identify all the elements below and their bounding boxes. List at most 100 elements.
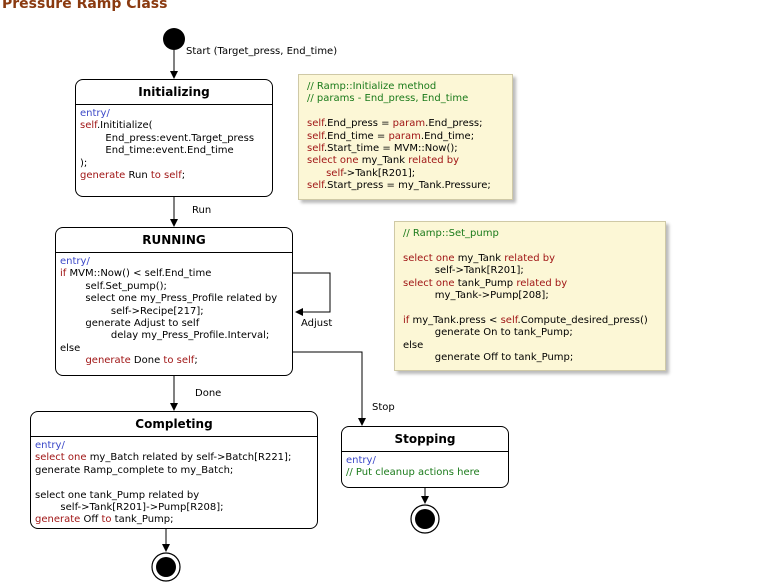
initial-state-node (163, 28, 185, 50)
code-token: .End_press = (323, 118, 393, 130)
code-line: select one my_Batch related by self->Bat… (35, 452, 313, 464)
code-line: select one my_Press_Profile related by (60, 293, 288, 305)
code-line: delay my_Press_Profile.Interval; (60, 330, 288, 342)
code-line: // Ramp::Initialize method (307, 81, 504, 93)
code-line: self.Inititialize( (80, 120, 268, 132)
code-line: ); (80, 158, 268, 170)
code-line: self->Tank[R201]; (403, 265, 657, 277)
code-token: select one (403, 277, 458, 289)
code-token: .End_time; (420, 130, 475, 142)
code-line: if MVM::Now() < self.End_time (60, 268, 288, 280)
code-token: .Start_time = MVM::Now(); (323, 143, 458, 155)
code-line: End_time:event.End_time (80, 145, 268, 157)
code-line: entry/ (60, 256, 288, 268)
code-token: generate (35, 514, 84, 526)
code-token: else (403, 339, 424, 351)
state-name: Stopping (342, 427, 508, 452)
code-token: to (101, 514, 115, 526)
code-token: Off (83, 514, 102, 526)
code-token: self.Set_pump(); (60, 280, 167, 292)
code-token: generate Ramp_complete to my_Batch; (35, 464, 234, 476)
state-entry-action: entry/self.Inititialize( End_press:event… (76, 105, 272, 185)
code-token: generate Adjust to self (60, 318, 200, 330)
code-line: else (60, 343, 288, 355)
code-token: self (307, 143, 324, 155)
code-token: entry/ (346, 455, 376, 466)
stop-transition-label: Stop (372, 402, 395, 413)
code-token: self->Recipe[217]; (60, 305, 204, 317)
code-token: self (326, 167, 344, 179)
run-transition-label: Run (192, 205, 212, 216)
code-line: generate Adjust to self (60, 318, 288, 330)
code-line: entry/ (35, 440, 313, 452)
code-token: delay my_Press_Profile.Interval; (60, 330, 270, 342)
code-line: select one my_Tank related by (307, 155, 504, 167)
code-token: self (307, 130, 324, 142)
code-token: tank_Pump (457, 277, 517, 289)
state-name: Initializing (76, 80, 272, 105)
code-token: .End_time = (323, 130, 389, 142)
code-token: End_time:event.End_time (80, 145, 234, 157)
code-token: to self (150, 170, 182, 182)
state-name: RUNNING (56, 228, 292, 253)
code-line: generate Ramp_complete to my_Batch; (35, 465, 313, 477)
start-transition-label: Start (Target_press, End_time) (186, 46, 338, 57)
state-running: RUNNING entry/if MVM::Now() < self.End_t… (55, 227, 293, 376)
code-token: ->Tank[R201]; (343, 167, 416, 179)
code-token: // Put cleanup actions here (346, 467, 480, 479)
code-token: Run (128, 170, 151, 182)
code-token: End_press:event.Target_press (80, 132, 255, 144)
code-token: Done (133, 355, 164, 367)
code-token: self->Tank[R201]->Pump[R208]; (35, 502, 224, 514)
code-token: select one (403, 252, 458, 264)
code-line: entry/ (80, 108, 268, 120)
code-token: ; (194, 355, 198, 367)
code-line (35, 477, 313, 489)
code-token: my_Tank->Pump[208]; (403, 290, 549, 302)
code-line: self->Tank[R201]->Pump[R208]; (35, 502, 313, 514)
code-token: .End_press; (425, 118, 483, 130)
code-line: generate On to tank_Pump; (403, 327, 657, 339)
code-token: my_Tank.press < (412, 314, 501, 326)
code-token: ); (80, 157, 88, 169)
state-entry-action: entry/if MVM::Now() < self.End_time self… (56, 253, 292, 371)
state-entry-action: entry/// Put cleanup actions here (342, 452, 508, 483)
code-token: select one (307, 155, 362, 167)
code-token: entry/ (80, 108, 110, 119)
code-token: self (500, 314, 518, 326)
code-token: entry/ (60, 256, 90, 267)
code-line: self.Start_press = my_Tank.Pressure; (307, 180, 504, 192)
code-token: generate (85, 355, 134, 367)
code-token: // params - End_press, End_time (307, 93, 469, 105)
code-token: generate On to tank_Pump; (403, 327, 573, 339)
code-token: .Inititialize( (96, 120, 153, 132)
code-token: param (388, 130, 421, 142)
code-line: else (403, 340, 657, 352)
code-token: select one my_Press_Profile related by (60, 293, 278, 305)
code-line: self.Set_pump(); (60, 281, 288, 293)
code-line: my_Tank->Pump[208]; (403, 290, 657, 302)
code-token: my_Batch related by self->Batch[R221]; (89, 452, 292, 464)
code-token: related by (408, 155, 460, 167)
code-token: self (80, 120, 97, 132)
note-set-pump: // Ramp::Set_pump select one my_Tank rel… (394, 221, 666, 371)
code-line: select one my_Tank related by (403, 253, 657, 265)
code-token: else (60, 342, 81, 354)
code-token: generate (80, 170, 129, 182)
code-line (307, 106, 504, 118)
code-line (403, 302, 657, 314)
note-initialize-method: // Ramp::Initialize method// params - En… (298, 74, 513, 200)
code-line: generate Off to tank_Pump; (403, 352, 657, 364)
code-line: generate Done to self; (60, 355, 288, 367)
code-line: select one tank_Pump related by (403, 278, 657, 290)
state-initializing: Initializing entry/self.Inititialize( En… (75, 79, 273, 197)
code-line: // Ramp::Set_pump (403, 228, 657, 240)
code-line: generate Off to tank_Pump; (35, 514, 313, 526)
code-token: tank_Pump; (114, 514, 174, 526)
state-entry-action: entry/select one my_Batch related by sel… (31, 437, 317, 530)
code-token: related by (516, 277, 568, 289)
